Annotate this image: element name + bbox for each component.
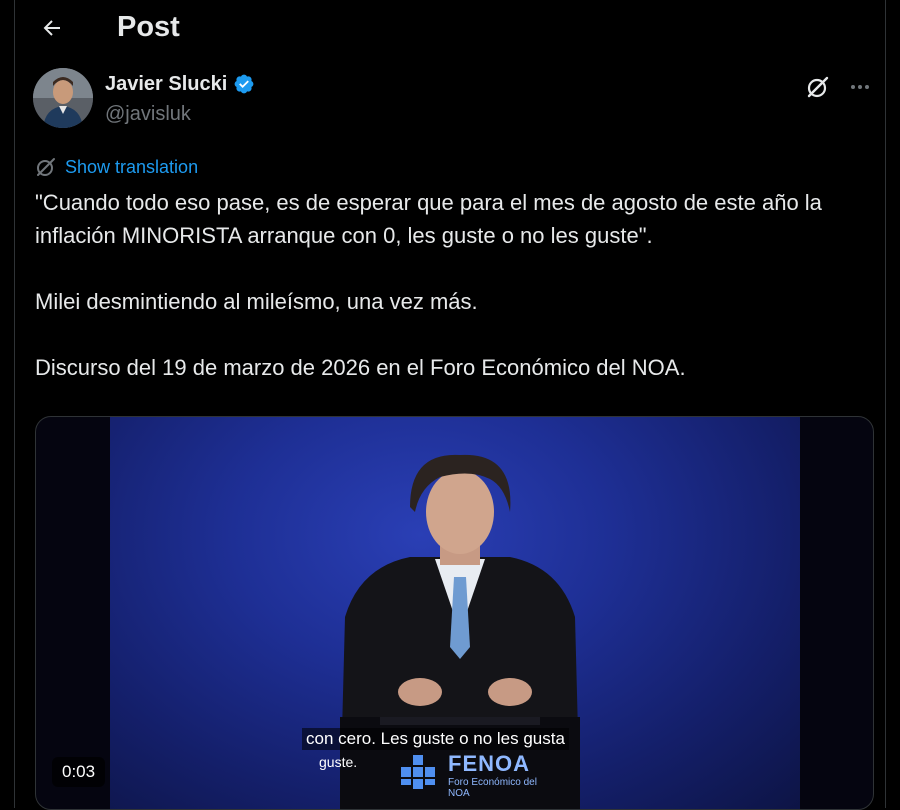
grok-button[interactable] (803, 72, 833, 102)
verified-badge-icon (234, 74, 254, 94)
video-caption: con cero. Les guste o no les gusta (302, 728, 569, 750)
video-caption-secondary: guste. (319, 754, 358, 770)
video-timestamp: 0:03 (52, 757, 106, 787)
tweet-text: "Cuando todo eso pase, es de esperar que… (35, 186, 875, 384)
translate-icon (37, 158, 55, 176)
arrow-left-icon (43, 20, 60, 36)
author-name-text: Javier Slucki (105, 73, 228, 95)
grok-icon (807, 76, 829, 98)
fenoa-logo: FENOA Foro Económico del NOA (396, 751, 556, 803)
top-bar: Post (15, 0, 885, 56)
author-handle[interactable]: @javisluk (105, 101, 191, 127)
back-button[interactable] (33, 9, 71, 47)
video-player[interactable]: con cero. Les guste o no les gusta guste… (35, 416, 874, 810)
fenoa-subtitle: Foro Económico del NOA (448, 777, 537, 799)
show-translation-label: Show translation (65, 157, 199, 177)
page-title: Post (117, 11, 180, 43)
more-options-button[interactable] (845, 72, 875, 102)
avatar[interactable] (33, 68, 93, 128)
tweet-paragraph: Milei desmintiendo al mileísmo, una vez … (35, 289, 478, 314)
fenoa-title: FENOA (448, 751, 530, 776)
fenoa-mark-icon (401, 755, 435, 789)
post-column: Post Javier Slucki @javisluk Show transl… (14, 0, 886, 810)
more-horizontal-icon (851, 85, 869, 89)
tweet-paragraph: "Cuando todo eso pase, es de esperar que… (35, 190, 822, 248)
tweet-paragraph: Discurso del 19 de marzo de 2026 en el F… (35, 355, 686, 380)
author-name[interactable]: Javier Slucki (105, 71, 255, 97)
show-translation-link[interactable]: Show translation (35, 155, 198, 179)
